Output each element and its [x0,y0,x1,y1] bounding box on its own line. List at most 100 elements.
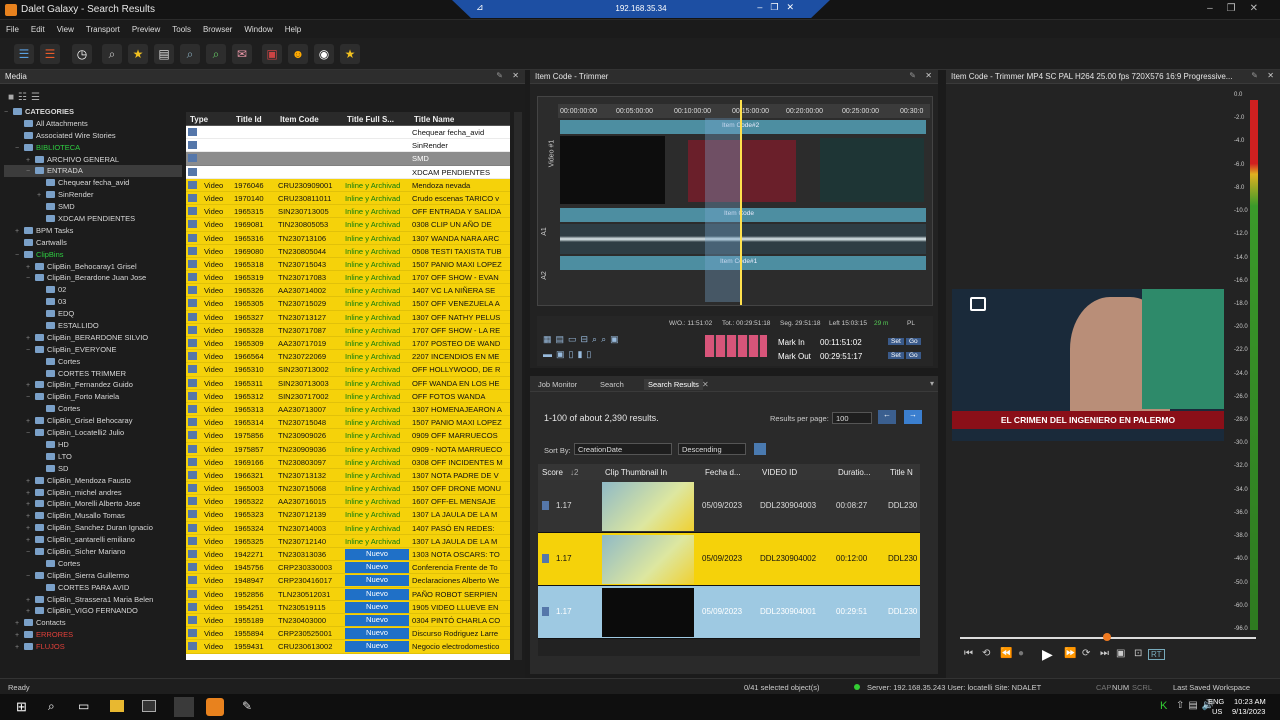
grid-row[interactable]: Video 1965305 TN230715029 Inline y Archivad… [186,297,510,311]
grid-row[interactable]: Video 1969081 TIN230805053 Inline y Archiva… [186,218,510,232]
tray-language[interactable]: ENG [1208,697,1224,706]
grid-row[interactable]: XDCAM PENDIENTES [186,165,510,179]
tray-icon[interactable]: K [1160,700,1167,712]
clock-time[interactable]: 10:23 AM [1234,697,1266,706]
tree-node[interactable]: All Attachments [4,118,182,130]
step-back-icon[interactable]: ⟲ [982,648,990,659]
expander-icon[interactable]: + [26,476,35,488]
rewind-icon[interactable]: ⏪ [1000,648,1012,659]
tree-node[interactable]: + ClipBin_Sanchez Duran Ignacio [4,522,182,534]
expander-icon[interactable]: − [26,571,35,583]
expander-icon[interactable]: − [26,392,35,404]
tree-node[interactable]: + ClipBin_VIGO FERNANDO [4,605,182,617]
grid-row[interactable]: Video 1965318 TN230715043 Inline y Archivad… [186,257,510,272]
grid-row[interactable]: Video 1965322 AA230716015 Inline y Archivad… [186,495,510,509]
set-in-button[interactable]: Set [888,338,904,345]
eye-icon[interactable]: ◉ [314,44,334,64]
view-toggle-icons[interactable]: ■☷☰ [8,92,44,103]
grid-row[interactable]: Chequear fecha_avid [186,126,510,140]
grid-row[interactable]: Video 1965328 TN230717087 Inline y Archivad… [186,323,510,337]
clock-icon[interactable]: ◷ [72,44,92,64]
tree-node[interactable]: − ClipBin_Forto Mariela [4,391,182,403]
rt-button[interactable]: RT [1148,649,1165,660]
audio2-track-clip[interactable]: Item Code#1 [560,256,926,270]
tree-node[interactable]: + SinRender [4,189,182,201]
tree-node[interactable]: + ClipBin_Mendoza Fausto [4,475,182,487]
tree-node[interactable]: 02 [4,284,182,296]
tree-node[interactable]: + ClipBin_michel andres [4,487,182,499]
windows-start-icon[interactable]: ⊞ [16,699,27,715]
folder-tool-icons[interactable]: ▬▣▯▮▯ [543,349,595,360]
close-icon[interactable]: ✕ [1267,71,1274,80]
tree-node[interactable]: + ARCHIVO GENERAL [4,154,182,166]
forward-icon[interactable]: ⏩ [1064,648,1076,659]
user-icon[interactable]: ☻ [288,44,308,64]
tree-node[interactable]: LTO [4,451,182,463]
tree-node[interactable]: ESTALLIDO [4,320,182,332]
tree-node[interactable]: EDQ [4,308,182,320]
close-icon[interactable]: ✕ [925,71,932,80]
menu-help[interactable]: Help [279,21,307,34]
chevron-down-icon[interactable]: ▾ [930,379,934,388]
grid-row[interactable]: Video 1965327 TN230713127 Inline y Archivad… [186,310,510,324]
rdp-window-buttons[interactable]: –❐✕ [757,2,802,13]
tree-node[interactable]: Chequear fecha_avid [4,177,182,189]
grid-row[interactable]: Video 1945756 CRP230330003 Nuevo Conferencia… [186,561,510,575]
tree-node[interactable]: + BPM Tasks [4,225,182,237]
tree-node[interactable]: Cortes [4,403,182,415]
tab-job-monitor[interactable]: Job Monitor [534,379,581,390]
grid-row[interactable]: Video 1954251 TN230519115 Nuevo 1905 VIDEO L… [186,600,510,614]
menu-transport[interactable]: Transport [80,21,126,34]
tree-node[interactable]: HD [4,439,182,451]
list-view-icon[interactable] [754,443,766,455]
result-row[interactable]: 1.17 05/09/2023 DDL230904002 00:12:00 DDL230 [538,533,920,586]
tree-node[interactable]: + ClipBin_Fernandez Guido [4,379,182,391]
tree-node[interactable]: + ClipBin_Morelli Alberto Jose [4,498,182,510]
grid-row[interactable]: Video 1969166 TN230803097 Inline y Archivad… [186,455,510,469]
grid-row[interactable]: Video 1952856 TLN230512031 Nuevo PAÑO ROBOT … [186,587,510,601]
menu-view[interactable]: View [51,21,80,34]
tab-search[interactable]: Search [596,379,628,390]
taskbar-search-icon[interactable]: ⌕ [48,699,55,714]
grid-row[interactable]: Video 1965313 AA230713007 Inline y Archivad… [186,402,510,417]
grid-row[interactable]: Video 1965323 TN230712139 Inline y Archivad… [186,508,510,522]
tray-region[interactable]: US [1212,707,1222,716]
grid-row[interactable]: Video 1966321 TN230713132 Inline y Archivad… [186,468,510,483]
tab-search-results[interactable]: Search Results [644,379,703,390]
stop-icon[interactable]: ● [1018,648,1024,659]
mark-out-value[interactable]: 00:29:51:17 [820,352,876,361]
taskbar-app-icon[interactable] [174,697,194,717]
tree-node[interactable]: − ENTRADA [4,165,182,178]
grid-row[interactable]: Video 1942271 TN230313036 Nuevo 1303 NOTA OS… [186,548,510,562]
tree-node[interactable]: − ClipBin_Sierra Guillermo [4,570,182,582]
col-thumbnail[interactable]: Clip Thumbnail In [605,468,667,477]
grid-row[interactable]: Video 1955894 CRP230525001 Nuevo Discurso Ro… [186,627,510,641]
set-out-button[interactable]: Set [888,352,904,359]
grid-row[interactable]: SMD [186,152,510,166]
window-controls[interactable]: –❐✕ [1207,3,1272,14]
expander-icon[interactable]: − [15,250,24,262]
expander-icon[interactable]: − [26,273,35,285]
sort-field-select[interactable]: CreationDate [574,443,672,455]
sort-direction-select[interactable]: Descending [678,443,746,455]
prev-page-button[interactable]: ← [878,410,896,424]
tree-node[interactable]: Associated Wire Stories [4,130,182,142]
grid-row[interactable]: Video 1969080 TN230805044 Inline y Archivad… [186,244,510,258]
col-title-name[interactable]: Title Name [414,115,454,124]
search-icon[interactable]: ⌕ [102,44,122,64]
col-item-code[interactable]: Item Code [280,115,319,124]
tree-node[interactable]: − ClipBins [4,249,182,261]
grid-row[interactable]: Video 1965314 TN230715048 Inline y Archivad… [186,416,510,430]
tree-node[interactable]: + Contacts [4,617,182,629]
edit-tool-icons[interactable]: ▦▤▭⊟⌕⌕▣ [543,334,623,345]
pin-icon[interactable]: ✎ [909,71,916,80]
col-title[interactable]: Title N [890,468,913,477]
tree-node[interactable]: CORTES TRIMMER [4,368,182,380]
loop-icon[interactable]: ▣ [1116,648,1125,659]
menu-tools[interactable]: Tools [166,21,197,34]
expander-icon[interactable]: − [15,143,24,155]
close-icon[interactable]: ✕ [512,71,519,80]
grid-row[interactable]: Video 1965003 TN230715068 Inline y Archivad… [186,482,510,496]
grid-row[interactable]: Video 1955189 TN230403000 Nuevo 0304 PINTÓ C… [186,613,510,628]
video-track-clip[interactable]: Item Code#2 [560,120,926,134]
